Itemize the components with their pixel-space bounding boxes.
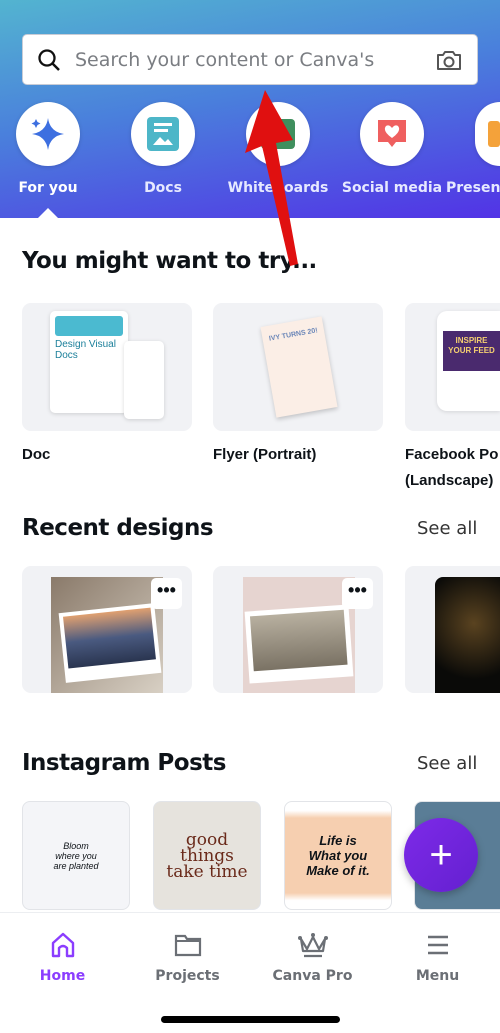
recent-design-card[interactable] bbox=[405, 566, 500, 693]
doc-icon bbox=[147, 117, 179, 151]
thumbnail-text: INSPIRE YOUR FEED bbox=[448, 336, 495, 355]
section-title-instagram: Instagram Posts bbox=[22, 750, 226, 776]
nav-canva-pro[interactable]: Canva Pro bbox=[250, 931, 375, 984]
instagram-post[interactable]: Bloom where you are planted bbox=[22, 801, 130, 910]
nav-label: Menu bbox=[415, 968, 460, 984]
recent-design-card[interactable]: ••• bbox=[22, 566, 192, 693]
post-text: Life is What you Make of it. bbox=[306, 833, 370, 878]
folder-icon bbox=[174, 934, 201, 957]
nav-label: Projects bbox=[155, 968, 220, 984]
header: For you Docs Whiteboards Social media Pr… bbox=[0, 0, 500, 218]
create-design-button[interactable]: + bbox=[404, 818, 478, 892]
heart-icon bbox=[378, 120, 406, 147]
plus-icon: + bbox=[429, 832, 453, 877]
see-all-recent-link[interactable]: See all bbox=[417, 518, 477, 539]
doc-thumbnail: Design Visual Docs bbox=[50, 311, 128, 413]
search-input[interactable] bbox=[75, 48, 435, 71]
category-label: Whiteboards bbox=[227, 180, 329, 196]
home-icon bbox=[51, 932, 74, 958]
nav-projects[interactable]: Projects bbox=[125, 931, 250, 984]
search-icon bbox=[38, 48, 60, 71]
instagram-post[interactable]: Life is What you Make of it. bbox=[284, 801, 392, 910]
recent-design-card[interactable]: ••• bbox=[213, 566, 383, 693]
category-whiteboards[interactable]: Whiteboards bbox=[223, 102, 333, 196]
sparkle-icon bbox=[31, 118, 64, 150]
nav-label: Home bbox=[39, 968, 86, 984]
nav-home[interactable]: Home bbox=[0, 931, 125, 984]
post-text: good things take time bbox=[166, 829, 248, 882]
search-bar[interactable] bbox=[22, 34, 478, 85]
category-label: Presen bbox=[446, 180, 500, 196]
section-title-recent: Recent designs bbox=[22, 515, 214, 541]
nav-label: Canva Pro bbox=[272, 968, 353, 984]
active-indicator bbox=[38, 208, 58, 218]
facebook-thumbnail: INSPIRE YOUR FEED bbox=[443, 331, 500, 371]
category-presentations[interactable]: Presen bbox=[446, 102, 500, 196]
thumbnail-text: IVY TURNS 20! bbox=[268, 327, 319, 343]
category-docs[interactable]: Docs bbox=[108, 102, 218, 196]
more-options-button[interactable]: ••• bbox=[151, 578, 182, 609]
category-label: For you bbox=[18, 180, 78, 196]
post-text: Bloom where you are planted bbox=[53, 840, 99, 871]
instagram-post[interactable]: good things take time bbox=[153, 801, 261, 910]
bottom-nav: Home Projects Canva Pro Menu bbox=[0, 912, 500, 1033]
category-label: Docs bbox=[144, 180, 182, 196]
camera-icon[interactable] bbox=[435, 48, 463, 72]
whiteboard-icon bbox=[261, 119, 295, 149]
template-card-flyer[interactable]: IVY TURNS 20! bbox=[213, 303, 383, 431]
home-indicator bbox=[161, 1016, 340, 1023]
template-card-doc[interactable]: Design Visual Docs bbox=[22, 303, 192, 431]
see-all-instagram-link[interactable]: See all bbox=[417, 753, 477, 774]
section-title-try: You might want to try... bbox=[22, 248, 317, 274]
menu-icon bbox=[427, 935, 448, 955]
category-for-you[interactable]: For you bbox=[0, 102, 103, 196]
nav-menu[interactable]: Menu bbox=[375, 931, 500, 984]
template-label: Facebook Po (Landscape) bbox=[405, 442, 500, 494]
template-label: Doc bbox=[22, 446, 51, 463]
flyer-thumbnail: IVY TURNS 20! bbox=[260, 316, 338, 418]
category-social-media[interactable]: Social media bbox=[337, 102, 447, 196]
more-options-button[interactable]: ••• bbox=[342, 578, 373, 609]
template-card-facebook-post[interactable]: INSPIRE YOUR FEED bbox=[405, 303, 500, 431]
thumbnail-text: Design Visual Docs bbox=[55, 339, 116, 361]
crown-icon bbox=[297, 933, 328, 958]
label-line-1: Facebook Po bbox=[405, 446, 499, 463]
label-line-2: (Landscape) bbox=[405, 472, 494, 489]
presentation-icon bbox=[488, 121, 500, 147]
category-label: Social media bbox=[341, 180, 443, 196]
template-label: Flyer (Portrait) bbox=[213, 446, 317, 463]
